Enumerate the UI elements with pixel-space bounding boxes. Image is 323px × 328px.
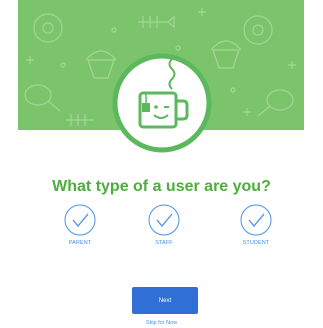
- page-title: What type of a user are you?: [52, 178, 271, 195]
- check-circle-icon: [148, 204, 180, 236]
- role-label-parent: PARENT: [68, 240, 92, 246]
- role-option-staff[interactable]: STAFF: [132, 204, 196, 247]
- role-label-student: STUDENT: [242, 240, 270, 246]
- skip-for-now-link[interactable]: Skip for Now: [0, 320, 323, 327]
- role-option-parent[interactable]: PARENT: [48, 204, 112, 247]
- check-circle-icon: [64, 204, 96, 236]
- role-label-staff: STAFF: [155, 240, 173, 246]
- role-option-student[interactable]: STUDENT: [224, 204, 288, 247]
- mascot-badge: [112, 53, 212, 153]
- check-circle-icon: [240, 204, 272, 236]
- coffee-mug-mascot-icon: [112, 53, 212, 153]
- next-button[interactable]: Next: [132, 287, 198, 314]
